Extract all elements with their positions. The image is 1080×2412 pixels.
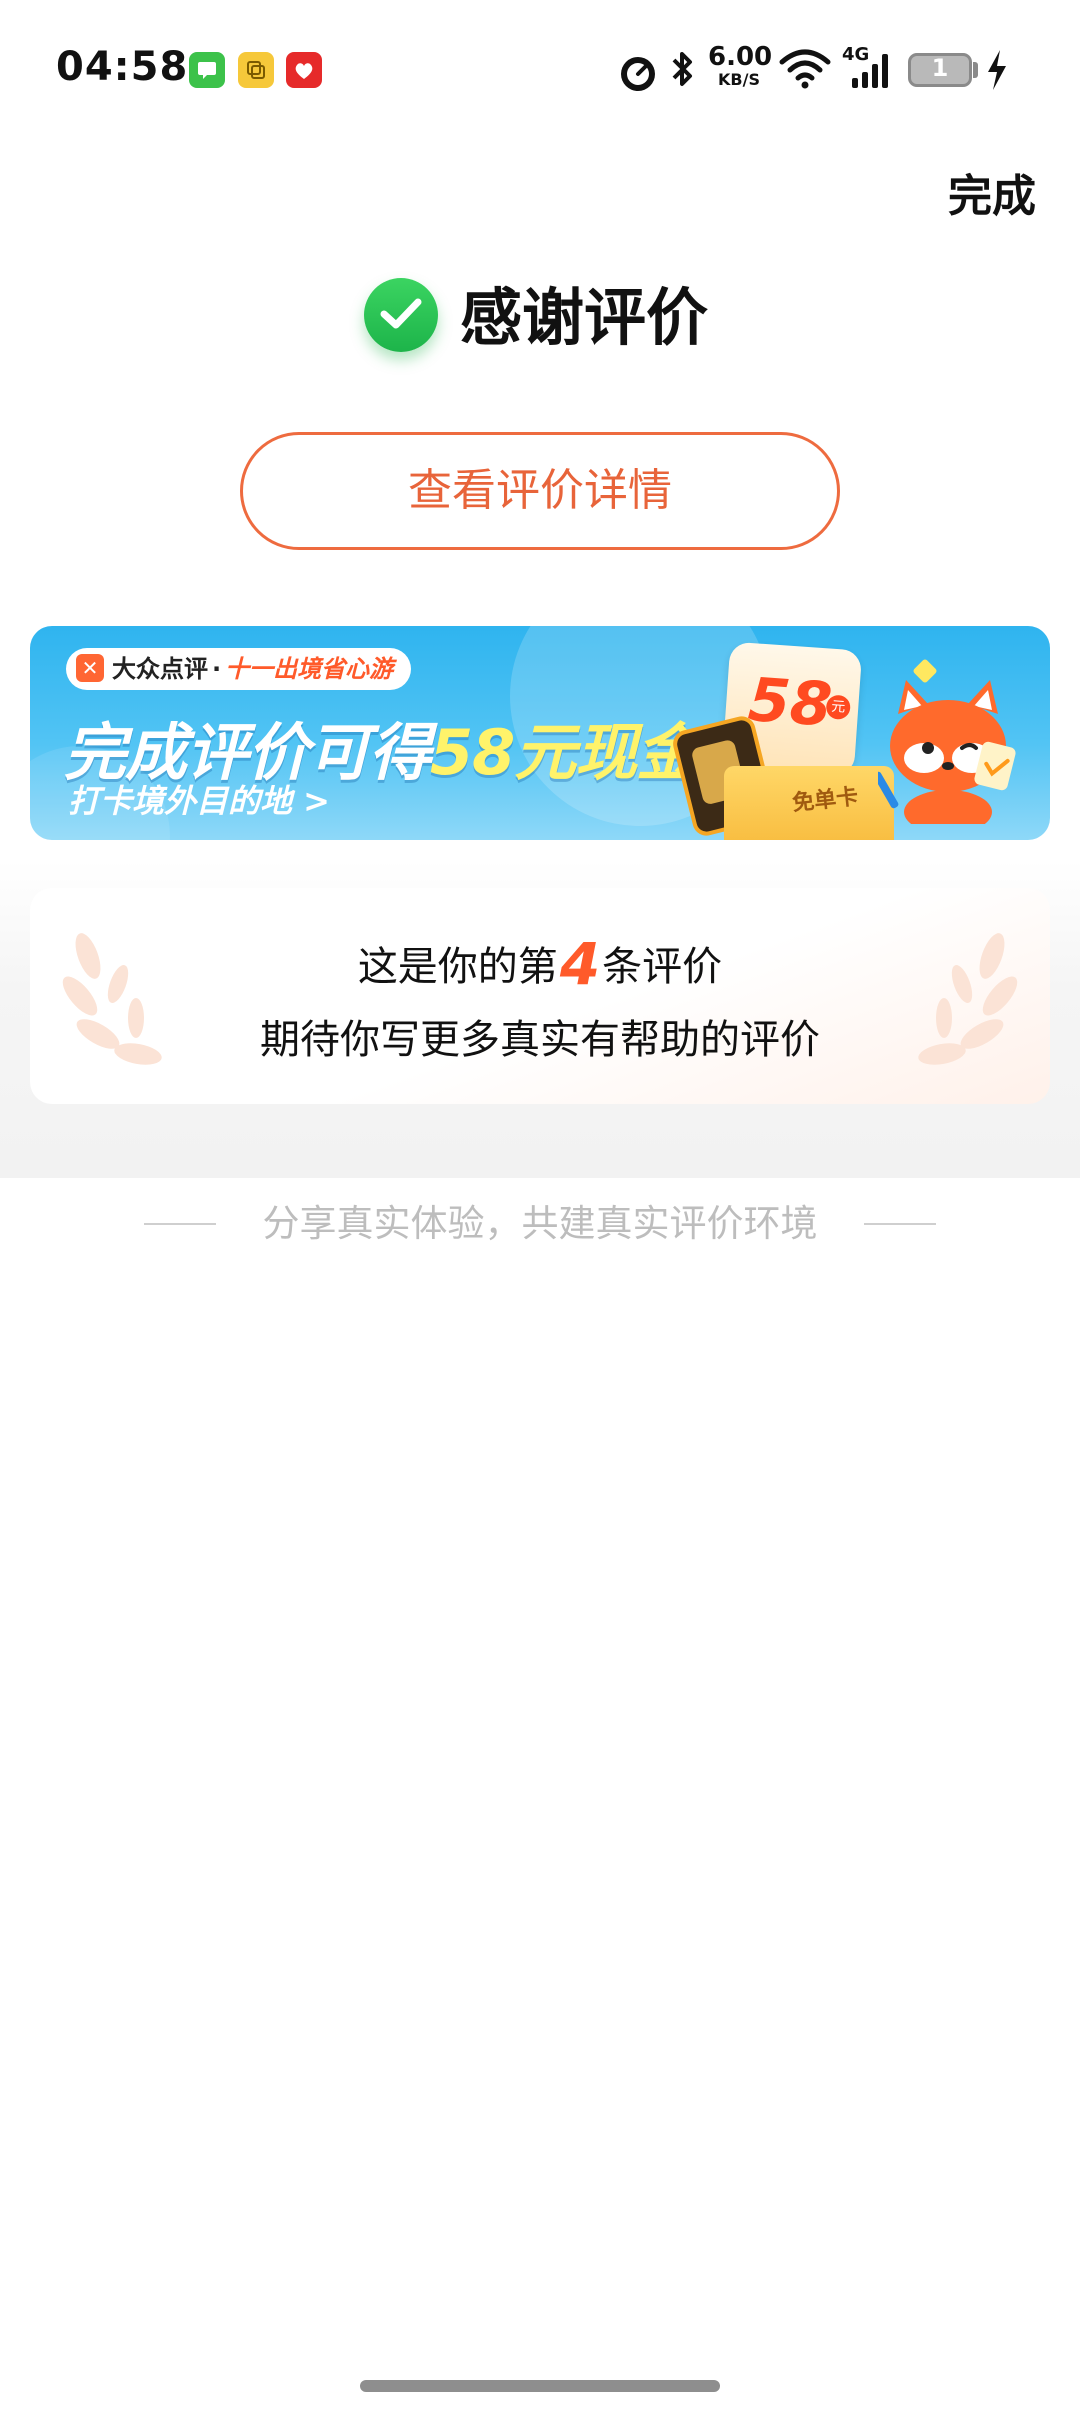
gift-box-label: 免单卡 [791,784,860,817]
brand-name: 大众点评 [112,655,208,683]
cellular-signal-icon [852,54,888,88]
banner-subline: 打卡境外目的地 > [68,782,330,820]
review-count-card: 这是你的第4条评价 期待你写更多真实有帮助的评价 [30,888,1050,1104]
review-count-prefix: 这是你的第 [357,944,558,990]
status-time: 04:58 [56,44,189,90]
battery-cap [973,62,978,78]
review-count-suffix: 条评价 [602,944,723,990]
battery-icon: 1 [908,53,972,87]
charging-icon [988,50,1006,90]
battery-level: 1 [931,54,949,82]
done-button[interactable]: 完成 [948,160,1036,224]
wifi-icon [779,49,831,89]
cash-card-amount: 58 [746,665,835,741]
review-count-line: 这是你的第4条评价 [30,934,1050,997]
messages-icon [189,52,225,88]
slogan-row: 分享真实体验，共建真实评价环境 [0,1196,1080,1252]
data-saver-icon [621,57,655,91]
cash-card-unit: 元 [825,694,852,721]
success-check-icon [364,278,438,352]
page-title: 感谢评价 [460,281,709,354]
result-title-row: 感谢评价 [0,268,1080,368]
headline-highlight: 58元现金 [430,716,698,789]
brand-tag: 十一出境省心游 [225,655,394,683]
gift-box-icon: 免单卡 [724,766,894,840]
dianping-logo-icon: ✕ [76,654,104,682]
brand-chip: ✕ 大众点评 · 十一出境省心游 [66,648,412,690]
view-review-details-button[interactable]: 查看评价详情 [240,432,840,550]
bluetooth-icon [672,52,692,86]
promo-banner[interactable]: ✕ 大众点评 · 十一出境省心游 完成评价可得58元现金 打卡境外目的地 > 58 元… [30,626,1050,840]
slogan-divider-right [864,1223,936,1225]
pinduoduo-icon [286,52,322,88]
red-panda-mascot-icon [878,680,1016,824]
review-encouragement-text: 期待你写更多真实有帮助的评价 [260,1017,820,1063]
network-speed: 6.00 KB/S [708,42,773,89]
network-speed-value: 6.00 [708,42,773,72]
copy-app-icon [238,52,274,88]
network-speed-unit: KB/S [718,70,760,89]
review-count-number: 4 [559,930,601,998]
home-indicator[interactable] [360,2380,720,2392]
status-bar: 04:58 6.00 KB/S 4G 1 [0,0,1080,140]
